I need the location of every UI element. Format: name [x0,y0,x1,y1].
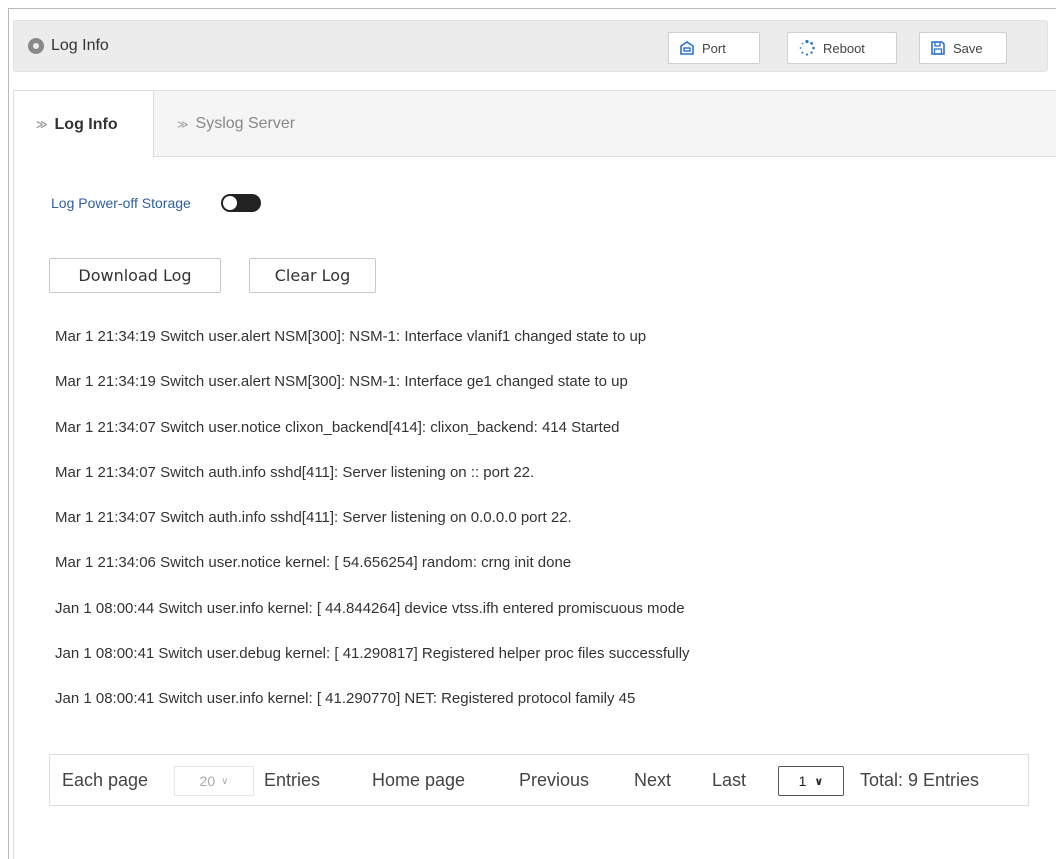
page-size-value: 20 [199,773,216,789]
pagination-bar: Each page 20 ∨ Entries Home page Previou… [49,754,1029,806]
each-page-label: Each page [62,770,149,790]
storage-toggle[interactable] [220,194,261,212]
log-entry: Mar 1 21:34:06 Switch user.notice kernel… [55,554,572,572]
save-button-label: Save [953,40,983,56]
log-entry: Mar 1 21:34:19 Switch user.alert NSM[300… [55,328,647,345]
page-title: Log Info [51,37,109,54]
tab-syslog-server-label: Syslog Server [195,115,296,132]
next-page-link[interactable]: Next [634,769,671,791]
tab-log-info-label: Log Info [54,115,118,133]
log-entry: Mar 1 21:34:07 Switch auth.info sshd[411… [55,463,535,481]
chevron-right-icon: ≫ [36,119,48,131]
log-entry: Mar 1 21:34:07 Switch user.notice clixon… [55,418,620,436]
entries-label: Entries [264,770,321,790]
log-entry: Jan 1 08:00:41 Switch user.info kernel: … [55,690,636,708]
total-entries-label: Total: 9 Entries [860,770,980,790]
toggle-knob [222,196,237,210]
page-size-select: 20 ∨ [174,766,254,796]
reboot-button-label: Reboot [823,40,865,56]
log-entry: Jan 1 08:00:44 Switch user.info kernel: … [55,599,685,617]
chevron-right-icon: ≫ [177,118,189,131]
storage-setting-row: Log Power-off Storage [51,194,261,212]
location-pin-icon [28,38,44,54]
port-icon [680,41,694,55]
reboot-spinner-icon [799,39,815,56]
storage-label: Log Power-off Storage [51,195,191,211]
download-log-button[interactable]: Download Log [49,258,221,293]
page-header: Log Info Port Reboot Save [13,20,1048,72]
content-panel: ≫ Log Info ≫ Syslog Server Log Power-off… [13,90,1056,859]
tab-syslog-server[interactable]: ≫ Syslog Server [177,91,295,157]
tab-bar: ≫ Log Info ≫ Syslog Server [14,91,1056,158]
previous-page-link[interactable]: Previous [519,769,589,791]
port-button[interactable]: Port [668,32,760,64]
tab-log-info[interactable]: ≫ Log Info [14,91,154,158]
last-page-link[interactable]: Last [712,769,746,791]
page-number-select[interactable]: 1 ∨ [778,766,844,796]
reboot-button[interactable]: Reboot [787,32,897,64]
port-button-label: Port [702,40,726,56]
home-page-link[interactable]: Home page [372,769,465,791]
save-button[interactable]: Save [919,32,1007,64]
log-list: Mar 1 21:34:19 Switch user.alert NSM[300… [55,327,1055,735]
chevron-down-icon: ∨ [814,775,824,788]
log-entry: Mar 1 21:34:19 Switch user.alert NSM[300… [55,373,628,391]
page-title-container: Log Info [28,37,109,55]
log-entry: Mar 1 21:34:07 Switch auth.info sshd[411… [55,509,572,527]
save-disk-icon [931,41,945,55]
log-entry: Jan 1 08:00:41 Switch user.debug kernel:… [55,645,690,663]
clear-log-button[interactable]: Clear Log [249,258,376,293]
chevron-down-icon: ∨ [221,775,229,787]
page-number-value: 1 [798,773,807,789]
